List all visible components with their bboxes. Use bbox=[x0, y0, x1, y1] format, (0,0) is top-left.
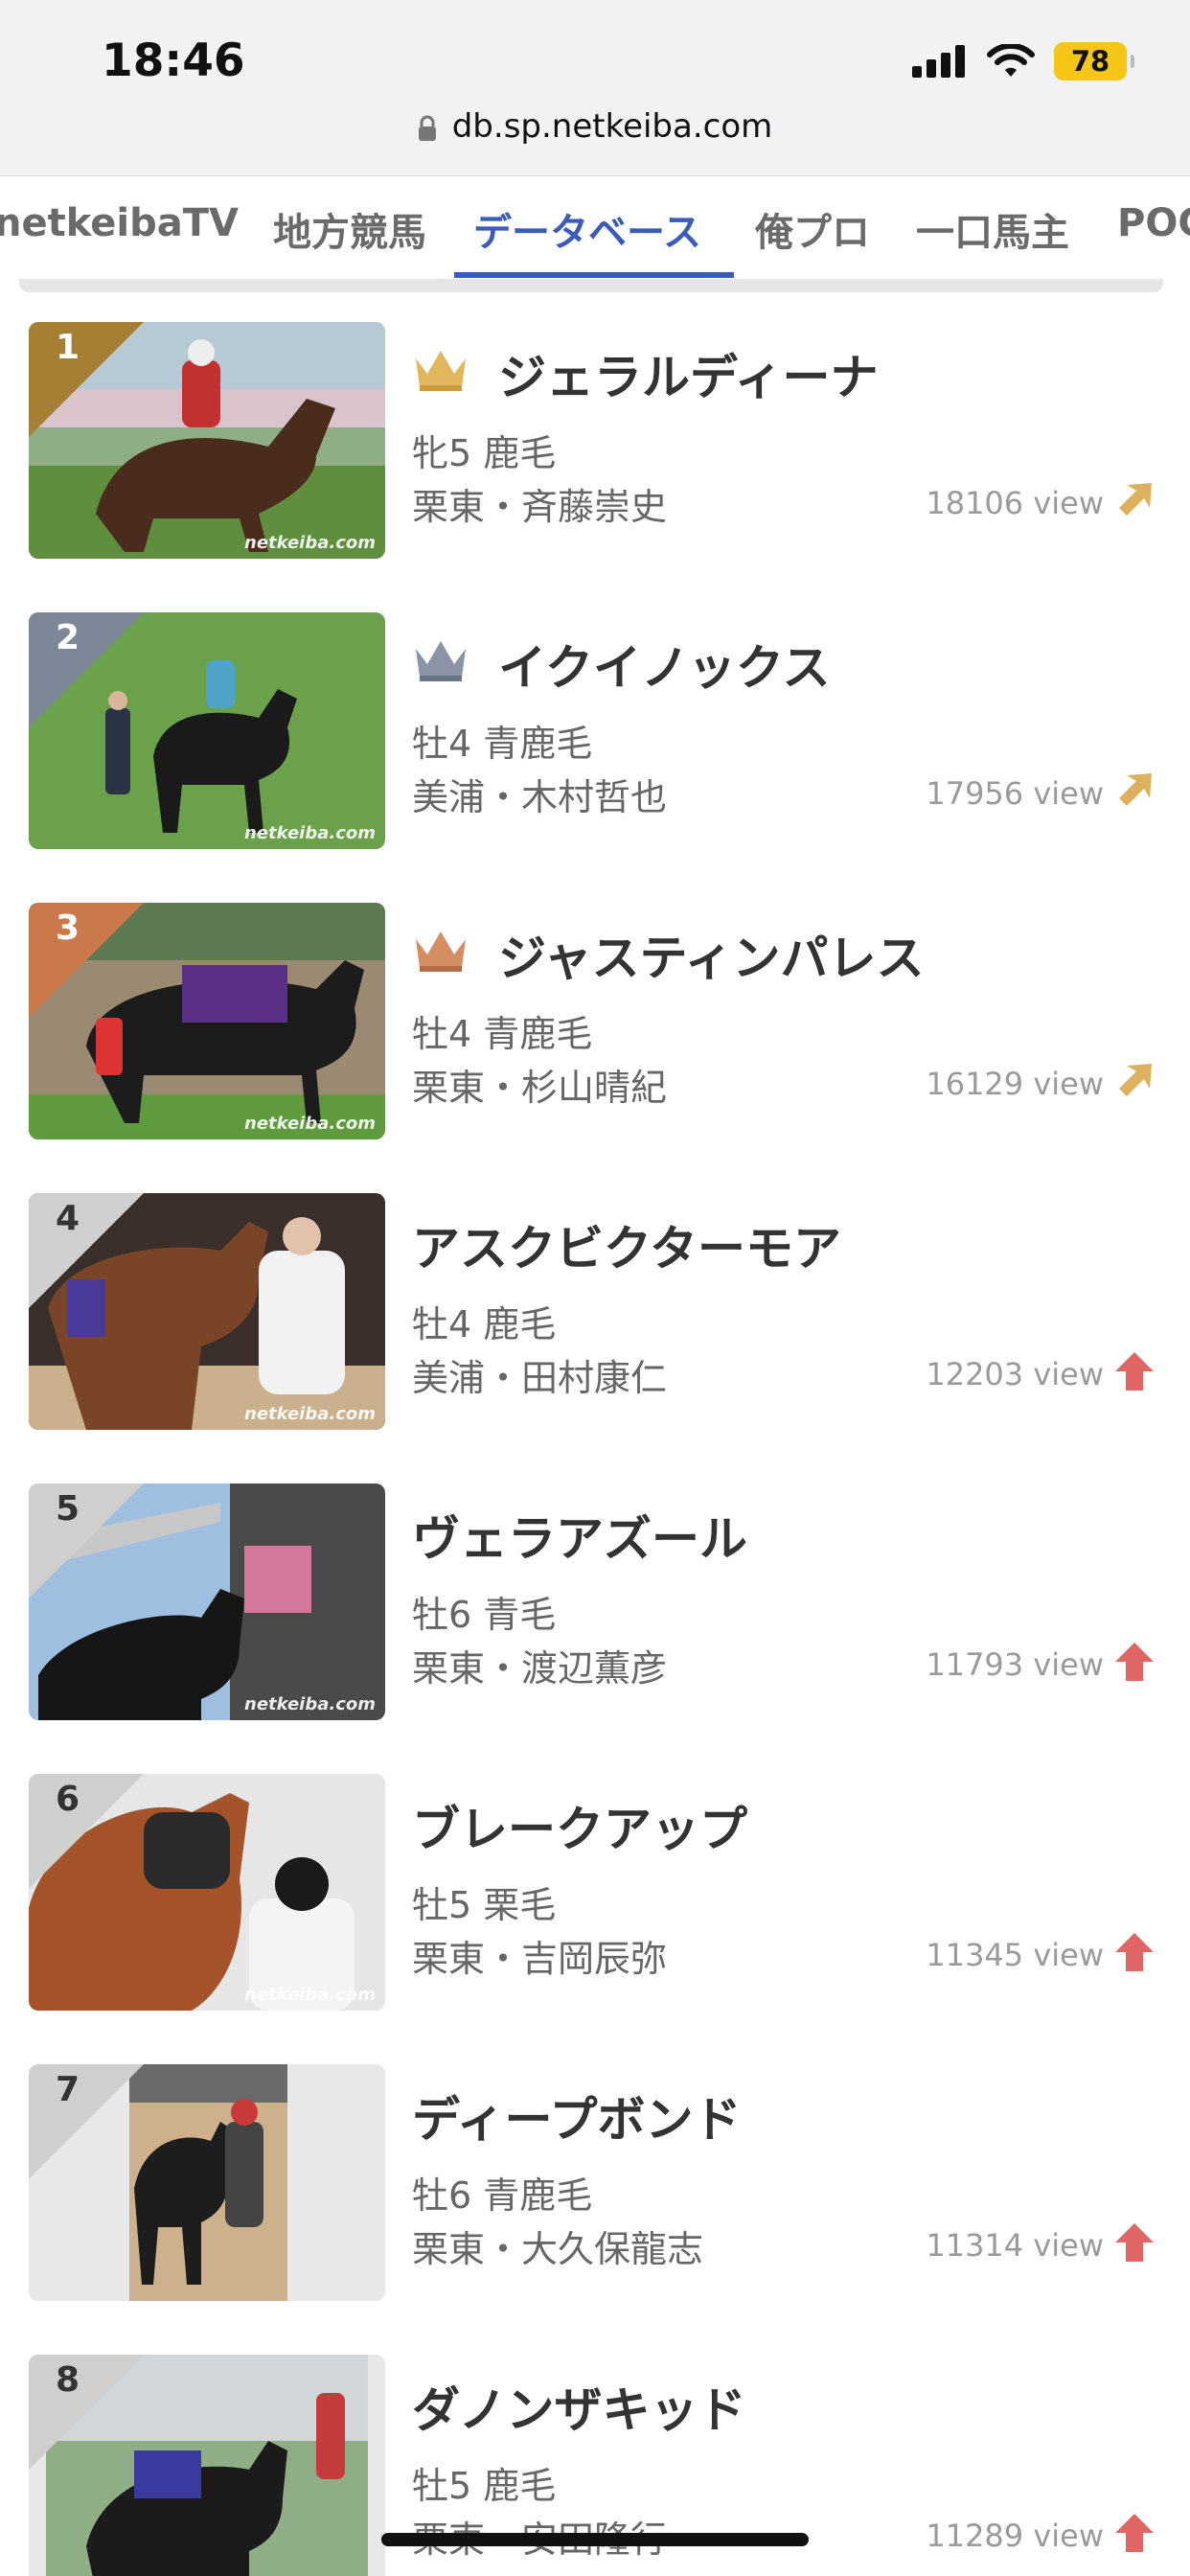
rank-badge bbox=[29, 612, 144, 727]
photo-watermark: netkeiba.com bbox=[244, 533, 376, 553]
horse-profile: 牡6 青毛 bbox=[412, 1594, 557, 1636]
ranking-row[interactable]: 1 netkeiba.com ジェラルディーナ 牝5 鹿毛 栗東・斉藤崇史 18… bbox=[0, 322, 1190, 612]
rank-number: 7 bbox=[56, 2070, 80, 2109]
tab-netkeibatv[interactable]: netkeibaTV bbox=[0, 201, 239, 245]
horse-photo[interactable]: 4 netkeiba.com bbox=[29, 1193, 385, 1430]
horse-photo[interactable]: 6 netkeiba.com bbox=[29, 1774, 385, 2011]
horse-trainer: 栗東・大久保龍志 bbox=[412, 2228, 704, 2270]
horse-photo[interactable]: 7 bbox=[29, 2064, 385, 2301]
view-count: 11793 view bbox=[926, 1646, 1104, 1683]
horse-trainer: 美浦・木村哲也 bbox=[412, 776, 668, 818]
ranking-row[interactable]: 5 netkeiba.com ヴェラアズール 牡6 青毛 栗東・渡辺薫彦 117… bbox=[0, 1484, 1190, 1774]
home-indicator[interactable] bbox=[381, 2533, 809, 2546]
tab-pog[interactable]: POG bbox=[1117, 201, 1190, 245]
horse-profile: 牡5 鹿毛 bbox=[412, 2465, 557, 2507]
photo-watermark: netkeiba.com bbox=[244, 1404, 376, 1424]
up-right-icon bbox=[1119, 773, 1152, 806]
url-text: db.sp.netkeiba.com bbox=[451, 107, 773, 146]
rank-badge bbox=[29, 1774, 144, 1889]
ranking-row[interactable]: 7 ディープボンド 牡6 青鹿毛 栗東・大久保龍志 11314 view bbox=[0, 2064, 1190, 2355]
horse-profile: 牡6 青鹿毛 bbox=[412, 2174, 593, 2217]
horse-photo[interactable]: 8 bbox=[29, 2355, 385, 2576]
up-icon bbox=[1115, 2514, 1154, 2552]
gold-crown-icon bbox=[416, 351, 466, 391]
rank-number: 8 bbox=[56, 2360, 80, 2400]
tab-shadow bbox=[19, 279, 1163, 292]
view-count: 12203 view bbox=[926, 1356, 1104, 1392]
horse-trainer: 栗東・斉藤崇史 bbox=[412, 486, 668, 528]
horse-name[interactable]: ディープボンド bbox=[412, 2082, 742, 2150]
tab-hitokuchi[interactable]: 一口馬主 bbox=[916, 201, 1069, 257]
rank-number: 5 bbox=[56, 1489, 80, 1529]
up-right-icon bbox=[1119, 483, 1152, 516]
view-count: 11314 view bbox=[926, 2227, 1104, 2264]
horse-trainer: 美浦・田村康仁 bbox=[412, 1357, 668, 1399]
horse-profile: 牡5 栗毛 bbox=[412, 1884, 557, 1926]
photo-watermark: netkeiba.com bbox=[244, 823, 376, 843]
photo-watermark: netkeiba.com bbox=[244, 1694, 376, 1714]
rank-number: 4 bbox=[56, 1199, 80, 1238]
horse-profile: 牡4 青鹿毛 bbox=[412, 1013, 593, 1055]
view-count: 11289 view bbox=[926, 2518, 1104, 2554]
rank-number: 2 bbox=[56, 618, 80, 657]
horse-trainer: 栗東・渡辺薫彦 bbox=[412, 1647, 668, 1690]
address-bar[interactable]: db.sp.netkeiba.com bbox=[0, 107, 1190, 146]
horse-name[interactable]: イクイノックス bbox=[498, 630, 831, 699]
horse-profile: 牡4 青鹿毛 bbox=[412, 723, 593, 765]
horse-photo[interactable]: 2 netkeiba.com bbox=[29, 612, 385, 849]
photo-watermark: netkeiba.com bbox=[244, 1985, 376, 2005]
status-time: 18:46 bbox=[102, 34, 245, 87]
horse-name[interactable]: ジャスティンパレス bbox=[498, 920, 925, 989]
up-icon bbox=[1115, 1933, 1154, 1971]
lock-icon bbox=[418, 115, 436, 141]
active-tab-indicator bbox=[454, 272, 734, 278]
tab-chiho-keiba[interactable]: 地方競馬 bbox=[273, 201, 426, 257]
horse-trainer: 栗東・杉山晴紀 bbox=[412, 1067, 668, 1109]
rank-number: 6 bbox=[56, 1780, 80, 1819]
view-count: 17956 view bbox=[926, 775, 1104, 812]
category-tabs: netkeibaTV 地方競馬 データベース 俺プロ 一口馬主 POG bbox=[0, 175, 1190, 279]
rank-number: 1 bbox=[56, 328, 80, 367]
silver-crown-icon bbox=[416, 641, 466, 681]
view-count: 16129 view bbox=[926, 1066, 1104, 1102]
horse-name[interactable]: ヴェラアズール bbox=[412, 1501, 747, 1570]
up-icon bbox=[1115, 2223, 1154, 2262]
rank-badge bbox=[29, 903, 144, 1018]
rank-badge bbox=[29, 322, 144, 437]
ranking-row[interactable]: 6 netkeiba.com ブレークアップ 牡5 栗毛 栗東・吉岡辰弥 113… bbox=[0, 1774, 1190, 2064]
ranking-row[interactable]: 3 netkeiba.com ジャスティンパレス 牡4 青鹿毛 栗東・杉山晴紀 … bbox=[0, 903, 1190, 1193]
browser-header: 18:46 78 db.sp.netkeiba.com bbox=[0, 0, 1190, 175]
status-icons: 78 bbox=[912, 42, 1134, 80]
view-count: 11345 view bbox=[926, 1937, 1104, 1973]
up-icon bbox=[1115, 1643, 1154, 1681]
ranking-row[interactable]: 2 netkeiba.com イクイノックス 牡4 青鹿毛 美浦・木村哲也 17… bbox=[0, 612, 1190, 903]
ranking-row[interactable]: 4 netkeiba.com アスクビクターモア 牡4 鹿毛 美浦・田村康仁 1… bbox=[0, 1193, 1190, 1484]
battery-indicator: 78 bbox=[1054, 42, 1134, 80]
horse-photo[interactable]: 1 netkeiba.com bbox=[29, 322, 385, 559]
tab-ore-pro[interactable]: 俺プロ bbox=[755, 201, 870, 257]
horse-photo[interactable]: 3 netkeiba.com bbox=[29, 903, 385, 1139]
horse-name[interactable]: ダノンザキッド bbox=[412, 2372, 746, 2441]
rank-badge bbox=[29, 1193, 144, 1308]
horse-photo[interactable]: 5 netkeiba.com bbox=[29, 1484, 385, 1720]
horse-profile: 牝5 鹿毛 bbox=[412, 432, 557, 474]
wifi-icon bbox=[987, 44, 1035, 77]
view-count: 18106 view bbox=[926, 485, 1104, 521]
tab-database[interactable]: データベース bbox=[473, 201, 701, 257]
up-right-icon bbox=[1119, 1064, 1152, 1096]
up-icon bbox=[1115, 1352, 1154, 1391]
horse-profile: 牡4 鹿毛 bbox=[412, 1303, 557, 1346]
horse-trainer: 栗東・吉岡辰弥 bbox=[412, 1938, 668, 1980]
photo-watermark: netkeiba.com bbox=[244, 1114, 376, 1134]
horse-name[interactable]: ブレークアップ bbox=[412, 1791, 747, 1860]
bronze-crown-icon bbox=[416, 932, 466, 972]
rank-number: 3 bbox=[56, 908, 80, 948]
rank-badge bbox=[29, 2064, 144, 2179]
horse-name[interactable]: アスクビクターモア bbox=[412, 1210, 841, 1279]
rank-badge bbox=[29, 1484, 144, 1598]
horse-name[interactable]: ジェラルディーナ bbox=[498, 339, 879, 408]
rank-badge bbox=[29, 2355, 144, 2470]
cellular-signal-icon bbox=[912, 45, 965, 78]
